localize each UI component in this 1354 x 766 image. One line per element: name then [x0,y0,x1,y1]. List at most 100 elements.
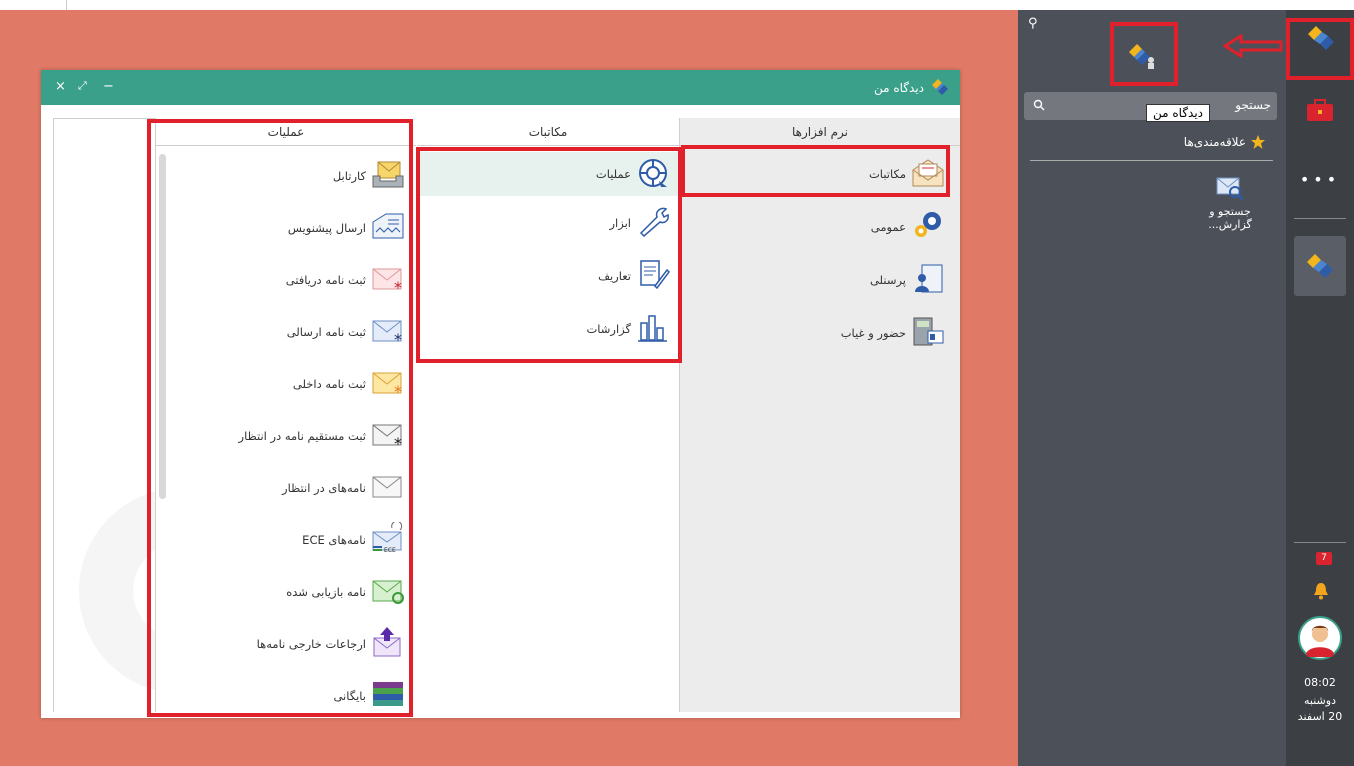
ops-label: ارجاعات خارجی نامه‌ها [256,636,366,651]
mail-pending-icon [370,470,406,505]
window-titlebar[interactable]: × ⤢ − دیدگاه من [41,70,960,105]
operations-header: عملیات [156,118,416,146]
bar-chart-icon [635,311,671,346]
favorites-label: علاقه‌مندی‌ها [1183,135,1246,149]
svg-text:*: * [394,434,402,450]
mail-ece-icon: ECE [370,520,406,557]
svg-text:*: * [394,382,402,398]
time-attendance-icon [910,315,946,350]
ops-label: ثبت نامه ارسالی [286,324,366,339]
ops-label: ثبت نامه دریافتی [285,272,366,287]
inbox-tray-icon [370,158,406,193]
ops-label: نامه بازیابی شده [286,584,366,599]
document-pen-icon [635,258,671,293]
ops-item[interactable]: ثبت نامه دریافتی * [286,262,406,297]
ops-label: ارسال پیشنویس [287,220,366,235]
mail-sent-icon: * [370,314,406,349]
ops-label: ثبت مستقیم نامه در انتظار [238,428,366,443]
more-icon[interactable]: ••• [1286,170,1354,189]
mail-external-refer-icon [370,626,406,661]
mail-internal-icon: * [370,366,406,401]
operations-wheel-icon [635,157,671,192]
makatebat-item[interactable]: تعاریف [598,258,671,293]
my-view-user-icon[interactable] [1126,40,1156,70]
apps-column: نرم افزارها مکاتبات عمومی پرسنلی حضور و غیا… [679,118,960,712]
star-icon [1251,135,1265,149]
search-report-icon [1216,177,1244,201]
bell-icon[interactable] [1313,582,1329,600]
my-view-window: × ⤢ − دیدگاه من عملیات کارتابل ارسال پیشن… [41,70,960,718]
favorite-label: جستجو و گزارش... [1208,205,1252,231]
briefcase-icon[interactable] [1306,98,1334,122]
top-strip [0,0,1018,10]
ops-item[interactable]: نامه بازیابی شده [286,574,406,609]
ops-item[interactable]: بایگانی [333,678,406,712]
personnel-icon [910,262,946,297]
wrench-icon [635,205,671,240]
makatebat-header: مکاتبات [417,118,679,146]
close-icon[interactable]: × [55,79,66,94]
ops-item[interactable]: ثبت نامه داخلی * [293,366,406,401]
maximize-icon[interactable]: ⤢ [78,79,87,93]
draft-send-icon [370,210,406,245]
operations-column: عملیات کارتابل ارسال پیشنویس ثبت نامه دریا… [156,118,416,712]
ops-item[interactable]: نامه‌های در انتظار [282,470,406,505]
makatebat-item[interactable]: عملیات [417,152,679,196]
makatebat-label: گزارشات [586,321,631,336]
apps-label: عمومی [870,219,906,234]
apps-item[interactable]: مکاتبات [869,156,946,191]
apps-item[interactable]: حضور و غیاب [841,315,946,350]
clock-date: 20 اسفند [1297,710,1343,723]
gears-icon [910,209,946,244]
search-placeholder: جستجو [1235,98,1271,112]
makatebat-column: مکاتبات عملیات ابزار تعاریف گزارشات [417,118,679,712]
ops-label: کارتابل [332,168,366,183]
svg-text:*: * [394,330,402,346]
search-icon[interactable] [1033,99,1045,111]
mail-received-icon: * [370,262,406,297]
makatebat-label: عملیات [595,167,631,181]
operations-scrollbar[interactable] [159,154,166,499]
ops-item[interactable]: ثبت نامه ارسالی * [287,314,406,349]
favorites-heading[interactable]: علاقه‌مندی‌ها [1184,134,1266,150]
apps-label: مکاتبات [868,166,906,181]
apps-item[interactable]: پرسنلی [870,262,946,297]
apps-header: نرم افزارها [680,118,960,146]
clock-day: دوشنبه [1304,694,1336,707]
favorite-search-report[interactable]: جستجو و گزارش... [1190,174,1270,231]
side-panel: ⚲ جستجو دیدگاه من علاقه‌مندی‌ها جستجو و … [1018,10,1286,766]
empty-column [53,118,156,712]
apps-label: پرسنلی [869,272,906,287]
envelope-open-icon [910,156,946,191]
app-logo-icon [932,79,948,95]
ops-item[interactable]: ثبت مستقیم نامه در انتظار * [239,418,406,453]
ops-item[interactable]: ارسال پیشنویس [288,210,406,245]
my-view-rail-item[interactable] [1294,236,1346,296]
mail-restored-icon [370,574,406,609]
archive-books-icon [370,678,406,712]
avatar[interactable] [1298,616,1342,660]
apps-label: حضور و غیاب [840,325,906,340]
makatebat-item[interactable]: ابزار [610,205,672,240]
notification-count: 7 [1316,552,1332,565]
app-logo-icon[interactable] [1305,22,1337,54]
ops-label: ثبت نامه داخلی [292,376,366,391]
right-rail: ••• 7 08:02 دوشنبه 20 اسفند [1286,10,1354,766]
svg-text:*: * [394,278,402,294]
ops-item[interactable]: کارتابل [333,158,406,193]
arrow-left-icon [1223,34,1283,58]
clock-time: 08:02 [1304,676,1336,689]
mail-direct-icon: * [370,418,406,453]
pin-icon[interactable]: ⚲ [1028,16,1038,31]
ops-label: نامه‌های ECE [302,532,366,547]
minimize-icon[interactable]: − [103,79,114,94]
ops-item[interactable]: ارجاعات خارجی نامه‌ها [257,626,406,661]
svg-text:ECE: ECE [384,547,396,554]
ops-label: بایگانی [333,688,366,703]
my-view-icon [1307,254,1333,278]
ops-item[interactable]: نامه‌های ECE ECE [302,520,406,557]
window-title: دیدگاه من [873,81,924,95]
makatebat-item[interactable]: گزارشات [586,311,671,346]
tooltip: دیدگاه من [1146,104,1211,122]
apps-item[interactable]: عمومی [871,209,946,244]
